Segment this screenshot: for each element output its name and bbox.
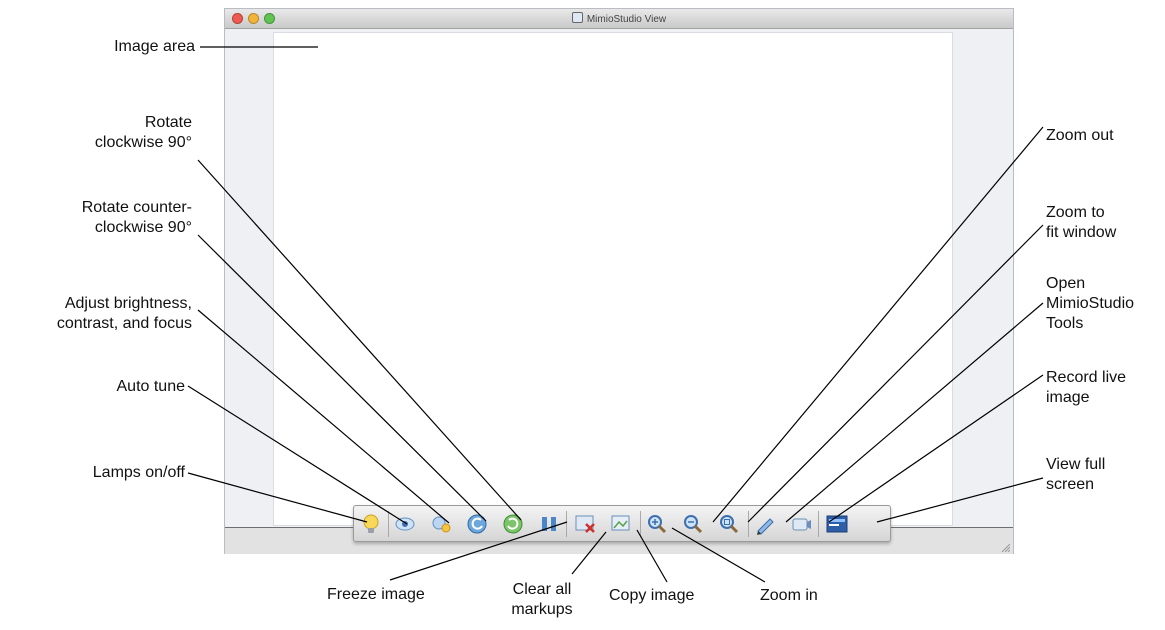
label-lamps-text: Lamps on/off bbox=[92, 464, 185, 481]
label-line: View full bbox=[1046, 456, 1106, 473]
label-line: Zoom to bbox=[1046, 204, 1105, 221]
pen-icon bbox=[757, 518, 774, 535]
lamps-button[interactable] bbox=[358, 511, 384, 537]
freeze-icon bbox=[542, 517, 556, 531]
toolbar-separator bbox=[566, 511, 567, 537]
full-screen-icon bbox=[826, 515, 848, 533]
rotate-counter-clockwise-button[interactable] bbox=[464, 511, 490, 537]
record-button[interactable] bbox=[788, 511, 814, 537]
label-line: Adjust brightness, bbox=[64, 295, 192, 312]
label-lamps: Lamps on/off bbox=[30, 463, 185, 483]
rotate-cw-icon bbox=[503, 514, 523, 534]
zoom-fit-icon bbox=[720, 515, 739, 534]
label-auto-tune-text: Auto tune bbox=[116, 378, 186, 395]
open-tools-button[interactable] bbox=[752, 511, 778, 537]
rotate-clockwise-button[interactable] bbox=[500, 511, 526, 537]
resize-grip-icon[interactable] bbox=[1000, 542, 1010, 552]
label-freeze-text: Freeze image bbox=[327, 586, 425, 603]
label-line: Record live bbox=[1046, 369, 1127, 386]
label-line: image bbox=[1046, 389, 1090, 406]
freeze-button[interactable] bbox=[536, 511, 562, 537]
label-line: Clear all bbox=[512, 581, 572, 598]
zoom-to-fit-button[interactable] bbox=[716, 511, 742, 537]
clear-markups-icon bbox=[575, 515, 595, 533]
label-line: clockwise 90° bbox=[94, 219, 192, 236]
zoom-out-icon bbox=[684, 515, 703, 534]
eye-icon bbox=[395, 517, 415, 531]
zoom-out-button[interactable] bbox=[680, 511, 706, 537]
zoom-in-icon bbox=[648, 515, 667, 534]
label-open-tools: Open MimioStudio Tools bbox=[1046, 274, 1134, 334]
label-full-screen: View full screen bbox=[1046, 455, 1105, 495]
window-title-text: MimioStudio View bbox=[586, 14, 667, 25]
lamp-icon bbox=[363, 514, 379, 533]
toolbar-separator bbox=[640, 511, 641, 537]
label-zoom-in-text: Zoom in bbox=[760, 587, 818, 604]
label-line: Rotate counter- bbox=[81, 199, 192, 216]
label-line: MimioStudio bbox=[1046, 295, 1135, 312]
toolbar-separator bbox=[388, 511, 389, 537]
window-title: MimioStudio View bbox=[225, 12, 1013, 25]
auto-tune-button[interactable] bbox=[392, 511, 418, 537]
label-line: fit window bbox=[1046, 224, 1117, 241]
full-screen-button[interactable] bbox=[824, 511, 850, 537]
label-freeze: Freeze image bbox=[327, 585, 425, 605]
label-copy-image: Copy image bbox=[609, 586, 694, 606]
mimiostudio-view-window: MimioStudio View bbox=[224, 8, 1014, 554]
title-bar: MimioStudio View bbox=[225, 9, 1013, 29]
view-toolbar bbox=[353, 505, 891, 542]
app-icon bbox=[571, 12, 583, 23]
copy-image-button[interactable] bbox=[608, 511, 634, 537]
brightness-icon bbox=[432, 516, 451, 533]
label-line: markups bbox=[511, 601, 573, 618]
clear-markups-button[interactable] bbox=[572, 511, 598, 537]
label-adjust: Adjust brightness, contrast, and focus bbox=[4, 294, 192, 334]
label-line: Rotate bbox=[144, 114, 192, 131]
adjust-button[interactable] bbox=[428, 511, 454, 537]
label-record: Record live image bbox=[1046, 368, 1126, 408]
rotate-ccw-icon bbox=[467, 514, 487, 534]
label-zoom-out-text: Zoom out bbox=[1046, 127, 1114, 144]
label-line: contrast, and focus bbox=[56, 315, 192, 332]
label-image-area: Image area bbox=[40, 37, 195, 57]
label-clear-markups: Clear all markups bbox=[492, 580, 592, 620]
toolbar-separator bbox=[818, 511, 819, 537]
label-line: Tools bbox=[1046, 315, 1084, 332]
label-zoom-out: Zoom out bbox=[1046, 126, 1114, 146]
label-image-area-text: Image area bbox=[114, 38, 195, 55]
label-rotate-counter-clockwise: Rotate counter- clockwise 90° bbox=[10, 198, 192, 238]
label-copy-image-text: Copy image bbox=[609, 587, 695, 604]
label-line: screen bbox=[1046, 476, 1095, 493]
label-zoom-in: Zoom in bbox=[760, 586, 818, 606]
toolbar-separator bbox=[748, 511, 749, 537]
label-zoom-fit: Zoom to fit window bbox=[1046, 203, 1116, 243]
label-auto-tune: Auto tune bbox=[40, 377, 186, 397]
label-line: Open bbox=[1046, 275, 1086, 292]
copy-image-icon bbox=[611, 515, 630, 531]
label-line: clockwise 90° bbox=[94, 134, 192, 151]
record-icon bbox=[792, 518, 811, 531]
label-rotate-clockwise: Rotate clockwise 90° bbox=[20, 113, 192, 153]
image-area[interactable] bbox=[273, 32, 953, 526]
zoom-in-button[interactable] bbox=[644, 511, 670, 537]
